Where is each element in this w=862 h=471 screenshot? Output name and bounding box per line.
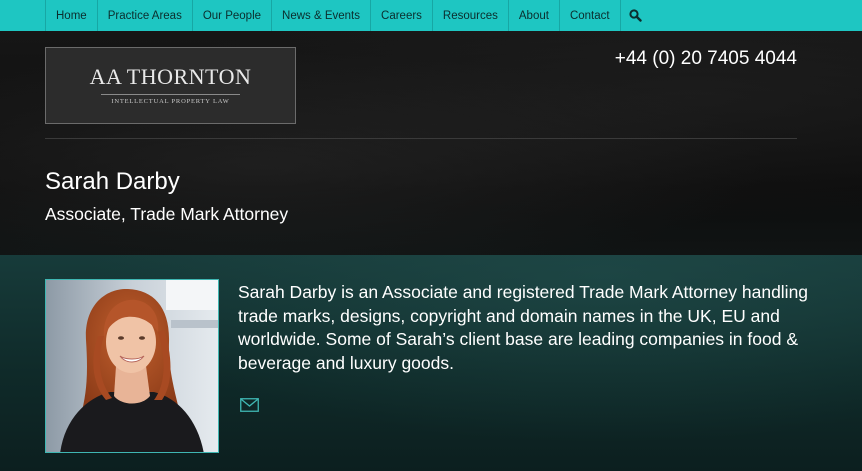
- profile-bio: Sarah Darby is an Associate and register…: [238, 282, 809, 373]
- portrait-image: [46, 280, 218, 452]
- nav-item-our-people[interactable]: Our People: [193, 0, 273, 31]
- logo-rule: [101, 94, 240, 95]
- person-title: Associate, Trade Mark Attorney: [45, 204, 289, 224]
- envelope-icon: [240, 398, 259, 412]
- logo-tagline: INTELLECTUAL PROPERTY LAW: [111, 98, 230, 105]
- person-name: Sarah Darby: [45, 168, 180, 195]
- nav-item-home[interactable]: Home: [46, 0, 98, 31]
- firm-logo[interactable]: AA THORNTON INTELLECTUAL PROPERTY LAW: [45, 47, 296, 124]
- phone-number[interactable]: +44 (0) 20 7405 4044: [615, 48, 797, 70]
- nav-item-news-events[interactable]: News & Events: [272, 0, 372, 31]
- email-button[interactable]: [240, 398, 259, 412]
- search-icon: [629, 9, 642, 22]
- nav-item-about[interactable]: About: [509, 0, 560, 31]
- search-button[interactable]: [621, 0, 651, 31]
- nav-item-practice-areas[interactable]: Practice Areas: [98, 0, 193, 31]
- nav-item-careers[interactable]: Careers: [371, 0, 433, 31]
- nav-list: Home Practice Areas Our People News & Ev…: [45, 0, 651, 31]
- header-divider: [45, 138, 797, 139]
- profile-header: AA THORNTON INTELLECTUAL PROPERTY LAW +4…: [0, 31, 862, 255]
- top-nav: Home Practice Areas Our People News & Ev…: [0, 0, 862, 31]
- profile-photo: [45, 279, 219, 453]
- nav-item-contact[interactable]: Contact: [560, 0, 621, 31]
- logo-name: AA THORNTON: [89, 64, 252, 89]
- nav-item-resources[interactable]: Resources: [433, 0, 509, 31]
- profile-content: Sarah Darby is an Associate and register…: [0, 255, 862, 471]
